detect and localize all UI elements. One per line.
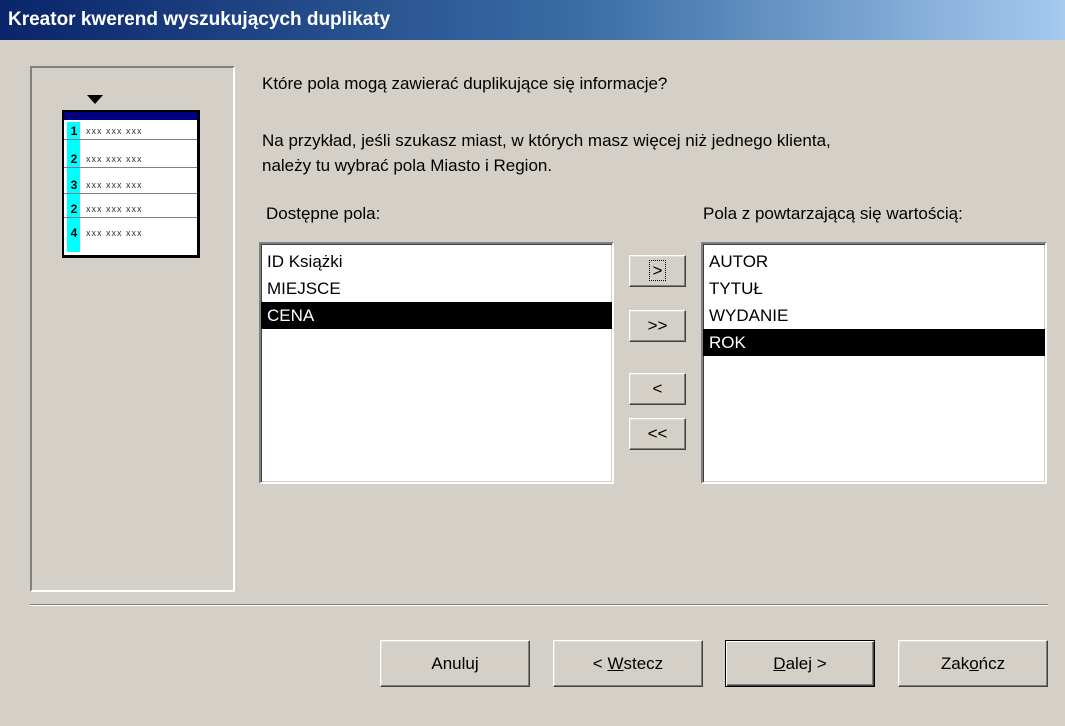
- duplicate-field-item-selected[interactable]: ROK: [703, 329, 1045, 356]
- window-title-bar[interactable]: Kreator kwerend wyszukujących duplikaty: [0, 0, 1065, 40]
- add-all-fields-button[interactable]: >>: [629, 310, 686, 342]
- back-button-prefix: <: [592, 654, 608, 673]
- illustration-row-cells: xxx xxx xxx: [86, 126, 143, 136]
- available-fields-label: Dostępne pola:: [266, 204, 381, 223]
- next-button-mnemonic: D: [773, 654, 786, 673]
- remove-all-fields-button[interactable]: <<: [629, 418, 686, 450]
- example-text: Na przykład, jeśli szukasz miast, w któr…: [262, 128, 1022, 178]
- footer-separator: [30, 604, 1048, 606]
- finish-button[interactable]: Zakończ: [898, 640, 1048, 687]
- illustration-row-number: 2: [70, 202, 78, 216]
- back-button-rest: stecz: [623, 654, 664, 673]
- illustration-row-number: 4: [70, 226, 78, 240]
- cancel-button[interactable]: Anuluj: [380, 640, 530, 687]
- example-text-line: Na przykład, jeśli szukasz miast, w któr…: [262, 131, 831, 150]
- example-text-line: należy tu wybrać pola Miasto i Region.: [262, 156, 553, 175]
- illustration-row-cells: xxx xxx xxx: [86, 204, 143, 214]
- add-field-button[interactable]: >: [629, 255, 686, 287]
- illustration-row-cells: xxx xxx xxx: [86, 154, 143, 164]
- available-field-item[interactable]: MIEJSCE: [261, 275, 612, 302]
- sort-arrow-icon: [87, 95, 103, 104]
- back-button-mnemonic: W: [607, 654, 624, 673]
- illustration-row-number: 1: [70, 124, 78, 138]
- illustration-row: 3 xxx xxx xxx: [64, 174, 197, 194]
- illustration-row-number: 2: [70, 152, 78, 166]
- illustration-row: 2 xxx xxx xxx: [64, 198, 197, 218]
- duplicate-fields-label: Pola z powtarzającą się wartością:: [703, 204, 963, 223]
- finish-button-prefix: Zak: [940, 654, 970, 673]
- illustration-row-number: 3: [70, 178, 78, 192]
- illustration-row: 4 xxx xxx xxx: [64, 222, 197, 242]
- duplicate-fields-list[interactable]: AUTOR TYTUŁ WYDANIE ROK: [701, 242, 1047, 484]
- available-field-item-selected[interactable]: CENA: [261, 302, 612, 329]
- duplicate-field-item[interactable]: WYDANIE: [703, 302, 1045, 329]
- next-button[interactable]: Dalej >: [725, 640, 875, 687]
- add-field-button-label: >: [648, 260, 667, 281]
- finish-button-rest: ńcz: [978, 654, 1006, 673]
- illustration-row: 1 xxx xxx xxx: [64, 120, 197, 140]
- illustration-header-bar: [64, 112, 197, 120]
- duplicate-field-item[interactable]: AUTOR: [703, 248, 1045, 275]
- available-field-item[interactable]: ID Książki: [261, 248, 612, 275]
- duplicate-field-item[interactable]: TYTUŁ: [703, 275, 1045, 302]
- illustration-row-cells: xxx xxx xxx: [86, 180, 143, 190]
- finish-button-mnemonic: o: [969, 654, 979, 673]
- window-title: Kreator kwerend wyszukujących duplikaty: [8, 9, 391, 30]
- back-button[interactable]: < Wstecz: [553, 640, 703, 687]
- question-text: Które pola mogą zawierać duplikujące się…: [262, 74, 668, 93]
- duplicate-table-illustration: 1 xxx xxx xxx 2 xxx xxx xxx 3 xxx xxx xx…: [62, 110, 200, 258]
- illustration-row: 2 xxx xxx xxx: [64, 148, 197, 168]
- illustration-row-cells: xxx xxx xxx: [86, 228, 143, 238]
- next-button-rest: alej >: [785, 654, 827, 673]
- available-fields-list[interactable]: ID Książki MIEJSCE CENA: [259, 242, 614, 484]
- remove-field-button[interactable]: <: [629, 373, 686, 405]
